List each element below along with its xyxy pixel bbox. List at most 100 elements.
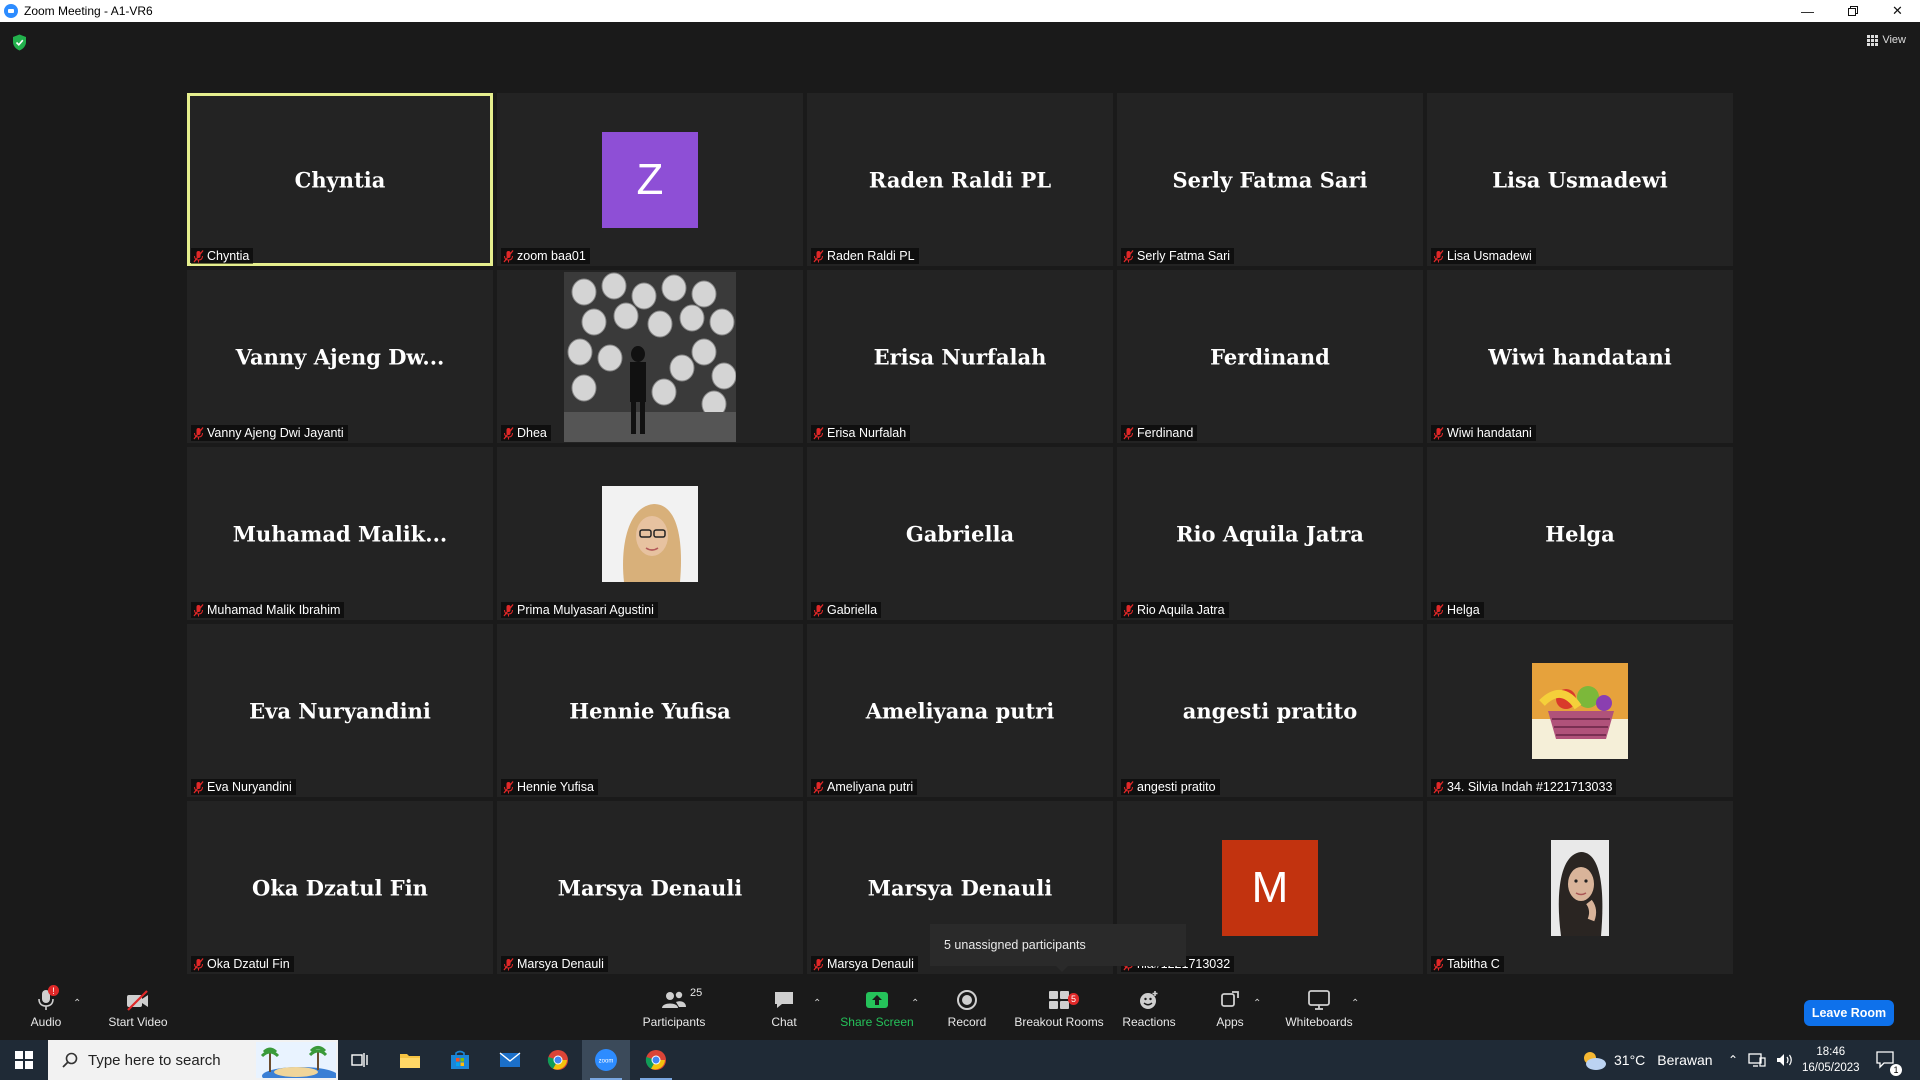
audio-options-caret[interactable]: ⌃: [70, 978, 84, 1040]
start-button[interactable]: [0, 1040, 48, 1080]
participant-name: Tabitha C: [1447, 957, 1500, 971]
cloud-sun-icon: [1584, 1052, 1606, 1070]
file-explorer-button[interactable]: [386, 1040, 434, 1080]
action-center-button[interactable]: 1: [1876, 1040, 1902, 1080]
muted-microphone-icon: [503, 957, 514, 970]
participant-display-name: Gabriella: [905, 521, 1015, 546]
participant-display-name: Ferdinand: [1210, 344, 1330, 369]
leave-room-button[interactable]: Leave Room: [1804, 1000, 1894, 1026]
whiteboard-icon: [1308, 990, 1330, 1010]
participant-name: Marsya Denauli: [517, 957, 604, 971]
share-options-caret[interactable]: ⌃: [908, 978, 922, 1040]
restore-button[interactable]: [1830, 0, 1875, 22]
close-button[interactable]: ✕: [1875, 0, 1920, 22]
view-button[interactable]: View: [1867, 34, 1906, 46]
show-hidden-icons-chevron-icon[interactable]: ⌃: [1728, 1053, 1738, 1067]
participant-name-label: Hennie Yufisa: [501, 779, 598, 795]
muted-microphone-icon: [813, 249, 824, 262]
chat-button[interactable]: Chat: [764, 978, 804, 1040]
participant-name-label: Vanny Ajeng Dwi Jayanti: [191, 425, 348, 441]
clock[interactable]: 18:46 16/05/2023: [1802, 1040, 1860, 1080]
breakout-rooms-button[interactable]: Breakout Rooms 5: [1012, 978, 1106, 1040]
security-shield-icon[interactable]: [12, 34, 27, 51]
participant-name: Prima Mulyasari Agustini: [517, 603, 654, 617]
apps-button[interactable]: Apps: [1212, 978, 1248, 1040]
chrome-window-button[interactable]: [632, 1040, 680, 1080]
muted-microphone-icon: [193, 957, 204, 970]
participant-tile[interactable]: Vanny Ajeng Dw... Vanny Ajeng Dwi Jayanti: [187, 270, 493, 443]
participant-name-label: Eva Nuryandini: [191, 779, 296, 795]
participant-tile[interactable]: Zzoom baa01: [497, 93, 803, 266]
participant-name: Ferdinand: [1137, 426, 1194, 440]
notification-count-badge: 1: [1890, 1064, 1902, 1076]
participant-tile[interactable]: Ameliyana putri Ameliyana putri: [807, 624, 1113, 797]
network-icon[interactable]: [1748, 1053, 1766, 1067]
chrome-button[interactable]: [534, 1040, 582, 1080]
speaker-volume-icon[interactable]: [1776, 1053, 1794, 1067]
participant-display-name: Lisa Usmadewi: [1492, 167, 1668, 192]
weather-widget[interactable]: 31°C Berawan: [1580, 1040, 1713, 1080]
start-video-button[interactable]: Start Video: [104, 978, 172, 1040]
participant-display-name: Wiwi handatani: [1488, 344, 1672, 369]
participants-button[interactable]: Participants 25: [640, 978, 708, 1040]
meeting-toolbar: Audio ! ⌃ Start Video Participants 25 Ch…: [0, 978, 1920, 1040]
taskbar-search-box[interactable]: Type here to search: [48, 1040, 338, 1080]
participant-display-name: Hennie Yufisa: [569, 698, 731, 723]
participant-tile[interactable]: Oka Dzatul Fin Oka Dzatul Fin: [187, 801, 493, 974]
muted-microphone-icon: [1433, 603, 1444, 616]
chat-options-caret[interactable]: ⌃: [810, 978, 824, 1040]
record-button[interactable]: Record: [940, 978, 994, 1040]
microsoft-store-button[interactable]: [436, 1040, 484, 1080]
zoom-icon: zoom: [595, 1049, 617, 1071]
participant-tile[interactable]: Helga Helga: [1427, 447, 1733, 620]
participant-name-label: Rio Aquila Jatra: [1121, 602, 1229, 618]
whiteboards-options-caret[interactable]: ⌃: [1348, 978, 1362, 1040]
mail-button[interactable]: [486, 1040, 534, 1080]
participant-tile[interactable]: Hennie Yufisa Hennie Yufisa: [497, 624, 803, 797]
participant-name: Gabriella: [827, 603, 878, 617]
participant-tile[interactable]: angesti pratito angesti pratito: [1117, 624, 1423, 797]
grid-view-icon: [1867, 34, 1879, 46]
muted-microphone-icon: [1123, 426, 1134, 439]
audio-label: Audio: [30, 1015, 62, 1029]
record-icon: [957, 990, 977, 1010]
minimize-button[interactable]: —: [1785, 0, 1830, 22]
participant-display-name: Marsya Denauli: [867, 875, 1053, 900]
participant-tile[interactable]: Ferdinand Ferdinand: [1117, 270, 1423, 443]
meeting-stage: View Chyntia Chyntia Zzoom baa01 Raden Rald…: [0, 22, 1920, 978]
muted-microphone-icon: [813, 780, 824, 793]
participant-tile[interactable]: Prima Mulyasari Agustini: [497, 447, 803, 620]
participant-name: Eva Nuryandini: [207, 780, 292, 794]
reactions-button[interactable]: Reactions: [1118, 978, 1180, 1040]
participant-display-name: Oka Dzatul Fin: [252, 875, 428, 900]
folder-icon: [400, 1054, 420, 1068]
participant-tile[interactable]: Gabriella Gabriella: [807, 447, 1113, 620]
search-placeholder: Type here to search: [88, 1051, 221, 1069]
participant-tile[interactable]: Muhamad Malik... Muhamad Malik Ibrahim: [187, 447, 493, 620]
participant-tile[interactable]: Marsya Denauli Marsya Denauli: [497, 801, 803, 974]
participant-name-label: angesti pratito: [1121, 779, 1220, 795]
participant-tile[interactable]: Lisa Usmadewi Lisa Usmadewi: [1427, 93, 1733, 266]
windows-taskbar: Type here to search zoom 31°C Berawan ⌃ …: [0, 1040, 1920, 1080]
participant-tile[interactable]: Rio Aquila Jatra Rio Aquila Jatra: [1117, 447, 1423, 620]
task-view-button[interactable]: [336, 1040, 384, 1080]
participant-tile[interactable]: Serly Fatma Sari Serly Fatma Sari: [1117, 93, 1423, 266]
whiteboards-button[interactable]: Whiteboards: [1280, 978, 1358, 1040]
chrome-icon: [547, 1050, 568, 1070]
participant-tile[interactable]: 34. Silvia Indah #1221713033: [1427, 624, 1733, 797]
participant-tile[interactable]: Dhea: [497, 270, 803, 443]
zoom-taskbar-button[interactable]: zoom: [582, 1040, 630, 1080]
task-view-icon: [351, 1053, 368, 1067]
participant-tile[interactable]: Eva Nuryandini Eva Nuryandini: [187, 624, 493, 797]
participant-tile[interactable]: Raden Raldi PL Raden Raldi PL: [807, 93, 1113, 266]
participant-tile[interactable]: Wiwi handatani Wiwi handatani: [1427, 270, 1733, 443]
participant-tile[interactable]: Chyntia Chyntia: [187, 93, 493, 266]
participant-tile[interactable]: Erisa Nurfalah Erisa Nurfalah: [807, 270, 1113, 443]
participant-display-name: angesti pratito: [1182, 698, 1358, 723]
participant-name: angesti pratito: [1137, 780, 1216, 794]
participant-tile[interactable]: Tabitha C: [1427, 801, 1733, 974]
audio-button[interactable]: Audio !: [26, 978, 66, 1040]
share-screen-button[interactable]: Share Screen: [838, 978, 916, 1040]
participant-name-label: Oka Dzatul Fin: [191, 956, 294, 972]
apps-options-caret[interactable]: ⌃: [1250, 978, 1264, 1040]
